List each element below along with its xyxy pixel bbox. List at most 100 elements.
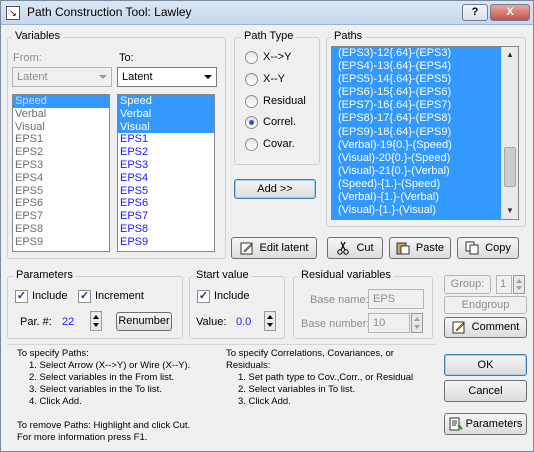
edit-icon [240, 241, 254, 255]
path-item[interactable]: (Visual)-{1.}-(Visual) [332, 204, 518, 217]
path-item[interactable]: (Verbal)-{1.}-(Verbal) [332, 191, 518, 204]
from-list-item[interactable]: Verbal [13, 108, 109, 121]
to-list-item[interactable]: Speed [118, 95, 214, 108]
from-list-item[interactable]: EPS7 [13, 210, 109, 223]
start-value-value[interactable]: 0.0 [236, 316, 251, 328]
radio-covar[interactable] [245, 138, 258, 151]
to-list-item[interactable]: EPS4 [118, 172, 214, 185]
add-button[interactable]: Add >> [234, 179, 316, 199]
radio-correl-label: Correl. [263, 116, 297, 128]
parameters-label: Parameters [465, 418, 523, 430]
title-bar: ↘ Path Construction Tool: Lawley ? X [1, 1, 533, 25]
scroll-down-icon[interactable]: ▼ [502, 203, 518, 219]
radio-wire-label: X--Y [263, 73, 285, 85]
copy-label: Copy [485, 242, 511, 254]
parameters-button[interactable]: Parameters [444, 413, 527, 435]
path-item[interactable]: (EPS8)-17{.64}-(EPS8) [332, 112, 518, 125]
window-title: Path Construction Tool: Lawley [27, 5, 192, 19]
group-button[interactable]: Group: [444, 275, 491, 294]
ok-button[interactable]: OK [444, 354, 527, 376]
to-list-item[interactable]: EPS1 [118, 133, 214, 146]
path-item[interactable]: (Speed)-{1.}-(Speed) [332, 178, 518, 191]
parameters-group-label: Parameters [13, 269, 76, 281]
from-list-item[interactable]: EPS1 [13, 133, 109, 146]
from-list-item[interactable]: EPS8 [13, 223, 109, 236]
radio-correl[interactable] [245, 116, 258, 129]
renumber-button[interactable]: Renumber [116, 312, 172, 331]
from-select[interactable]: Latent [12, 67, 112, 87]
close-button[interactable]: X [490, 4, 530, 21]
to-list-item[interactable]: EPS6 [118, 197, 214, 210]
start-value-spinner[interactable] [264, 311, 276, 331]
paths-list[interactable]: (EPS3)-12{.64}-(EPS3) (EPS4)-13{.64}-(EP… [331, 46, 519, 220]
from-list-item[interactable]: EPS4 [13, 172, 109, 185]
scroll-thumb[interactable] [504, 147, 516, 187]
path-item[interactable]: (EPS4)-13{.64}-(EPS4) [332, 60, 518, 73]
to-list-item[interactable]: EPS8 [118, 223, 214, 236]
path-item[interactable]: (EPS6)-15{.64}-(EPS6) [332, 86, 518, 99]
copy-button[interactable]: Copy [457, 237, 519, 259]
path-item[interactable]: (Verbal)-19{0.}-(Speed) [332, 139, 518, 152]
edit-icon [452, 320, 466, 334]
to-list-item[interactable]: EPS3 [118, 159, 214, 172]
from-label: From: [13, 52, 42, 64]
from-list-item[interactable]: EPS3 [13, 159, 109, 172]
help-button[interactable]: ? [462, 4, 488, 21]
from-list-item[interactable]: EPS6 [13, 197, 109, 210]
to-list-item[interactable]: EPS2 [118, 146, 214, 159]
to-list-item[interactable]: EPS5 [118, 185, 214, 198]
from-list[interactable]: Speed Verbal Visual EPS1 EPS2 EPS3 EPS4 … [12, 94, 110, 252]
comment-button[interactable]: Comment [444, 317, 527, 338]
cancel-button[interactable]: Cancel [444, 380, 527, 402]
radio-residual-label: Residual [263, 95, 306, 107]
variables-group-label: Variables [12, 30, 64, 42]
to-list-item[interactable]: EPS9 [118, 236, 214, 249]
paste-label: Paste [415, 242, 445, 254]
chevron-down-icon [204, 75, 212, 79]
base-number-spinner[interactable] [411, 313, 423, 333]
group-spinner[interactable] [513, 275, 525, 294]
from-list-item[interactable]: Visual [13, 121, 109, 134]
increment-checkbox[interactable]: ✓ [78, 290, 91, 303]
par-number-value[interactable]: 22 [62, 316, 74, 328]
to-label: To: [119, 52, 134, 64]
group-number-field[interactable]: 1 [496, 275, 512, 294]
path-item[interactable]: (EPS5)-14{.64}-(EPS5) [332, 73, 518, 86]
base-number-field[interactable]: 10 [368, 313, 410, 333]
endgroup-button[interactable]: Endgroup [444, 296, 527, 314]
path-item[interactable]: (EPS7)-16{.64}-(EPS7) [332, 99, 518, 112]
start-value-label: Value: [196, 316, 227, 328]
paste-button[interactable]: Paste [389, 237, 451, 259]
par-number-spinner[interactable] [90, 311, 102, 331]
from-list-item[interactable]: Speed [13, 95, 109, 108]
to-list-item[interactable]: Verbal [118, 107, 214, 121]
paste-icon [396, 241, 410, 255]
from-list-item[interactable]: EPS5 [13, 185, 109, 198]
to-list[interactable]: Speed Verbal Visual EPS1 EPS2 EPS3 EPS4 … [117, 94, 215, 252]
from-list-item[interactable]: EPS2 [13, 146, 109, 159]
path-item[interactable]: (Visual)-20{0.}-(Speed) [332, 152, 518, 165]
divider [7, 344, 435, 345]
scroll-up-icon[interactable]: ▲ [502, 47, 518, 63]
radio-wire[interactable] [245, 73, 258, 86]
edit-latent-button[interactable]: Edit latent [231, 237, 317, 259]
to-list-item[interactable]: EPS7 [118, 210, 214, 223]
base-number-label: Base number: [301, 318, 370, 330]
increment-label: Increment [95, 290, 144, 302]
paths-scrollbar[interactable]: ▲ ▼ [501, 47, 518, 219]
include-checkbox[interactable]: ✓ [15, 290, 28, 303]
from-list-item[interactable]: EPS9 [13, 236, 109, 249]
base-name-field[interactable]: EPS [368, 289, 424, 309]
path-item[interactable]: (Visual)-21{0.}-(Verbal) [332, 165, 518, 178]
radio-residual[interactable] [245, 95, 258, 108]
path-item[interactable]: (EPS9)-18{.64}-(EPS9) [332, 126, 518, 139]
to-list-item[interactable]: Visual [118, 120, 214, 134]
path-item[interactable]: (EPS3)-12{.64}-(EPS3) [332, 47, 518, 60]
cut-button[interactable]: Cut [327, 237, 383, 259]
radio-arrow[interactable] [245, 51, 258, 64]
include-label: Include [32, 290, 68, 302]
dialog-window: ↘ Path Construction Tool: Lawley ? X Var… [0, 0, 534, 452]
start-include-checkbox[interactable]: ✓ [197, 290, 210, 303]
to-select[interactable]: Latent [117, 67, 217, 87]
parameters-icon [449, 417, 463, 431]
